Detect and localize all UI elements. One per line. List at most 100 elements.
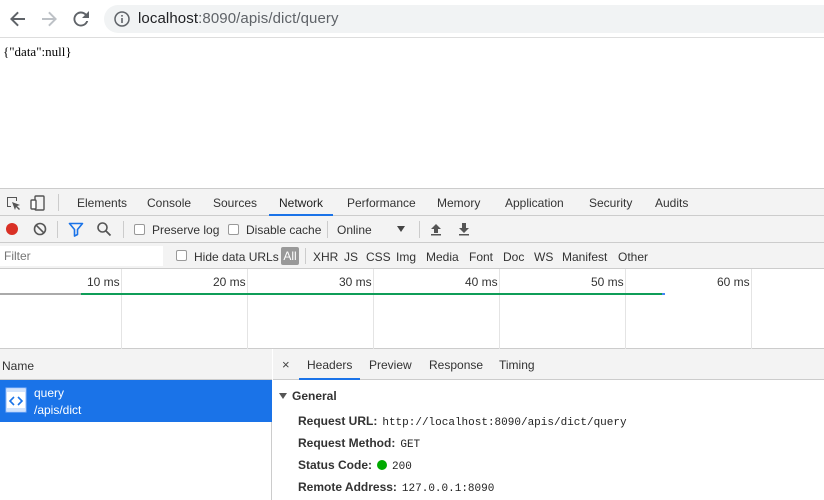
filter-type-xhr[interactable]: XHR <box>313 250 338 264</box>
filter-type-font[interactable]: Font <box>469 250 493 264</box>
timeline-gridline <box>625 269 626 349</box>
devtools-panel: Elements Console Sources Network Perform… <box>0 188 824 500</box>
tab-security[interactable]: Security <box>589 189 632 216</box>
filter-input[interactable] <box>0 246 163 266</box>
filter-bar: Hide data URLs All XHR JS CSS Img Media … <box>0 243 824 269</box>
url-host: localhost <box>138 10 199 27</box>
tab-elements[interactable]: Elements <box>77 189 127 216</box>
xhr-document-icon <box>5 387 27 413</box>
filter-type-media[interactable]: Media <box>426 250 459 264</box>
filter-type-doc[interactable]: Doc <box>503 250 524 264</box>
timeline-tick-label: 40 ms <box>465 275 498 289</box>
tab-console[interactable]: Console <box>147 189 191 216</box>
import-har-icon[interactable] <box>428 221 444 237</box>
request-row[interactable]: query /apis/dict <box>0 380 272 422</box>
back-button[interactable] <box>7 8 29 30</box>
header-row-remote-address: Remote Address: 127.0.0.1:8090 <box>298 480 494 495</box>
column-name-label: Name <box>2 359 35 373</box>
tab-timing[interactable]: Timing <box>499 349 535 380</box>
back-arrow-icon <box>10 11 25 27</box>
search-icon[interactable] <box>96 221 112 237</box>
toolbar-divider <box>419 221 420 238</box>
throttling-select[interactable]: Online <box>337 223 372 237</box>
filter-type-js[interactable]: JS <box>344 250 358 264</box>
header-row-request-url: Request URL: http://localhost:8090/apis/d… <box>298 414 627 429</box>
tab-preview[interactable]: Preview <box>369 349 412 380</box>
tab-application[interactable]: Application <box>505 189 564 216</box>
filter-type-manifest[interactable]: Manifest <box>562 250 607 264</box>
header-value: http://localhost:8090/apis/dict/query <box>382 417 627 429</box>
export-har-icon[interactable] <box>456 221 472 237</box>
chevron-down-icon[interactable] <box>397 226 405 232</box>
timeline-gridline <box>373 269 374 349</box>
tab-headers[interactable]: Headers <box>299 349 361 380</box>
url-path: :8090/apis/dict/query <box>198 10 339 27</box>
header-value: GET <box>400 439 421 451</box>
general-section-toggle[interactable]: General <box>279 389 337 403</box>
timeline-tick-label: 50 ms <box>591 275 624 289</box>
requests-column-header[interactable]: Name <box>0 349 272 380</box>
header-key: Remote Address: <box>298 480 397 494</box>
reload-icon <box>73 11 89 27</box>
general-section-title: General <box>292 389 337 403</box>
tab-performance[interactable]: Performance <box>347 189 416 216</box>
header-row-status-code: Status Code: 200 <box>298 458 412 473</box>
timeline-download-bar <box>662 293 665 295</box>
tab-response[interactable]: Response <box>429 349 483 380</box>
reload-button[interactable] <box>70 8 92 30</box>
tab-audits[interactable]: Audits <box>655 189 688 216</box>
tab-sources[interactable]: Sources <box>213 189 257 216</box>
timeline-gridline <box>121 269 122 349</box>
timeline-tick-label: 60 ms <box>717 275 750 289</box>
filter-type-all[interactable]: All <box>281 247 299 265</box>
close-icon[interactable]: × <box>282 357 290 372</box>
timeline-tick-label: 30 ms <box>339 275 372 289</box>
clear-icon[interactable] <box>32 221 48 237</box>
timeline-tick-label: 10 ms <box>87 275 120 289</box>
triangle-down-icon <box>279 393 287 399</box>
timeline-tick-label: 20 ms <box>213 275 246 289</box>
header-key: Status Code: <box>298 458 373 472</box>
preserve-log-label: Preserve log <box>152 223 220 237</box>
hide-data-urls-checkbox[interactable] <box>176 250 187 261</box>
requests-table: Name query /apis/dict <box>0 349 272 500</box>
disable-cache-checkbox[interactable] <box>228 224 239 235</box>
filter-type-img[interactable]: Img <box>396 250 416 264</box>
url-text[interactable]: localhost:8090/apis/dict/query <box>138 10 339 27</box>
filter-type-css[interactable]: CSS <box>366 250 391 264</box>
timeline-waiting-bar <box>0 293 81 295</box>
timeline-gridline <box>247 269 248 349</box>
inspect-element-icon[interactable] <box>5 195 21 211</box>
tab-memory[interactable]: Memory <box>437 189 480 216</box>
filter-divider <box>305 248 306 264</box>
device-toolbar-icon[interactable] <box>30 195 46 211</box>
request-path: /apis/dict <box>34 403 82 417</box>
toolbar-divider <box>123 221 124 238</box>
tab-network[interactable]: Network <box>269 189 334 216</box>
network-toolbar: Preserve log Disable cache Online <box>0 216 824 243</box>
filter-icon[interactable] <box>68 221 84 237</box>
timeline-request-bar <box>81 293 662 295</box>
header-key: Request URL: <box>298 414 378 428</box>
toolbar-divider <box>327 221 328 238</box>
disable-cache-label: Disable cache <box>246 223 322 237</box>
status-ok-icon <box>377 460 388 470</box>
details-tabbar: × Headers Preview Response Timing <box>273 349 824 380</box>
devtools-tabbar: Elements Console Sources Network Perform… <box>0 189 824 216</box>
page-body-text: {"data":null} <box>3 44 72 59</box>
filter-type-ws[interactable]: WS <box>534 250 553 264</box>
hide-data-urls-label: Hide data URLs <box>194 250 279 264</box>
timeline-overview[interactable]: 10 ms 20 ms 30 ms 40 ms 50 ms 60 ms <box>0 269 824 349</box>
info-icon[interactable] <box>114 11 130 27</box>
header-key: Request Method: <box>298 436 396 450</box>
timeline-gridline <box>751 269 752 349</box>
address-bar[interactable]: localhost:8090/apis/dict/query <box>104 5 824 33</box>
request-details-panel: × Headers Preview Response Timing Genera… <box>273 349 824 500</box>
filter-type-other[interactable]: Other <box>618 250 648 264</box>
header-row-request-method: Request Method: GET <box>298 436 420 451</box>
header-value: 127.0.0.1:8090 <box>401 483 495 495</box>
request-name: query <box>34 386 65 400</box>
record-icon[interactable] <box>4 221 20 237</box>
forward-button[interactable] <box>38 8 60 30</box>
preserve-log-checkbox[interactable] <box>134 224 145 235</box>
